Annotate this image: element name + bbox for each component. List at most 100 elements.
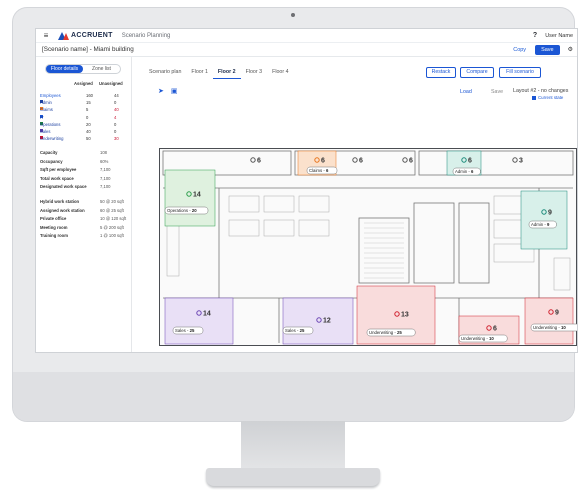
hamburger-menu-icon[interactable]: ≡ [38, 31, 54, 40]
stat-row: Capacity 108 [36, 150, 132, 157]
zone-label-tag[interactable]: Claims - 6 [306, 166, 338, 175]
stat-row: Sqft per employee 7,100 [36, 167, 132, 174]
legend-row[interactable]: Admin 15 0 [36, 100, 132, 107]
app-title: Scenario Planning [121, 32, 171, 39]
legend-label-text: Admin [40, 100, 52, 106]
legend-label-text: IT [40, 114, 44, 120]
legend-label-text: Employees [40, 93, 61, 98]
help-icon[interactable]: ? [533, 32, 537, 39]
zone-name: Admin [531, 222, 544, 227]
zone-name: Sales [285, 328, 296, 333]
zone-seat-count: 9 [548, 210, 552, 217]
stat-value: 108 [100, 150, 107, 155]
zone-area[interactable] [164, 297, 234, 345]
zone-tag-text: Underwriting - 25 [369, 330, 402, 335]
zone-label-tag[interactable]: Admin - 6 [452, 167, 481, 176]
assigned-header: Assigned [74, 81, 93, 86]
load-link[interactable]: Load [460, 89, 472, 95]
zone-label-tag[interactable]: Operations - 20 [164, 206, 209, 215]
neutral-seat-count: 6 [359, 158, 363, 165]
unassigned-value: 30 [114, 136, 119, 142]
tab-scenario-plan[interactable]: Scenario plan [144, 63, 186, 79]
monitor-stand-neck [241, 421, 345, 471]
legend-row[interactable]: Claims 5 40 [36, 107, 132, 114]
zone-tag-text: Operations - 20 [167, 208, 197, 213]
zone-label-tag[interactable]: Sales - 25 [282, 326, 314, 335]
copy-button[interactable]: Copy [513, 47, 526, 53]
stat-value: 50 @ 20 sqft [100, 199, 124, 204]
app-header: ≡ ACCRUENT Scenario Planning ? User Name [36, 29, 577, 43]
stat-row: Private office 10 @ 120 sqft [36, 216, 132, 223]
tab-floor-1[interactable]: Floor 1 [186, 63, 213, 79]
zone-count: 25 [397, 330, 402, 335]
floor-details-panel: Floor details Zone list Assigned Unassig… [36, 57, 132, 352]
stat-row: Meeting room 5 @ 200 sqft [36, 225, 132, 232]
zone-tag-text: Sales - 25 [175, 328, 195, 333]
stat-key: Total work space [40, 175, 74, 181]
legend-row[interactable]: Operations 20 0 [36, 121, 132, 129]
select-area-icon[interactable]: ▣ [171, 87, 178, 95]
zone-area[interactable] [524, 297, 574, 345]
zone-label-tag[interactable]: Sales - 25 [172, 326, 204, 335]
zone-tag-text: Sales - 25 [285, 328, 305, 333]
floor-details-tab[interactable]: Floor details [46, 65, 83, 73]
zone-area[interactable] [164, 169, 216, 227]
logo-text: ACCRUENT [71, 32, 113, 39]
zone-name: Operations [167, 208, 188, 213]
stat-value: 5 @ 200 sqft [100, 224, 124, 230]
current-state-label: Current state [538, 95, 564, 100]
assigned-value: 160 [86, 93, 93, 98]
legend-row[interactable]: Sales 40 0 [36, 129, 132, 136]
panel-toggle: Floor details Zone list [45, 64, 121, 74]
zone-area[interactable] [282, 297, 354, 345]
monitor-stand-foot [206, 468, 380, 486]
legend-row[interactable]: IT 0 4 [36, 114, 132, 122]
gear-icon[interactable]: ⚙ [568, 46, 573, 53]
scenario-name[interactable]: [Scenario name] - Miami building [42, 46, 134, 53]
stat-row: Designated work space 7,100 [36, 184, 132, 191]
tab-floor-3[interactable]: Floor 3 [241, 63, 268, 79]
legend-label-text: Claims [40, 107, 53, 113]
save-button[interactable]: Save [535, 44, 560, 55]
tab-floor-2[interactable]: Floor 2 [212, 63, 241, 79]
zone-area[interactable] [520, 190, 568, 250]
tab-floor-4[interactable]: Floor 4 [267, 63, 294, 79]
legend-row[interactable]: Underwriting 50 30 [36, 136, 132, 143]
zone-label-tag[interactable]: Underwriting - 25 [366, 328, 416, 337]
unassigned-value: 4 [114, 114, 117, 120]
cursor-arrow-icon[interactable]: ➤ [158, 87, 164, 95]
stat-row: Total work space 7,100 [36, 176, 132, 183]
stat-value: 1 @ 100 sqft [100, 233, 124, 238]
restack-button[interactable]: Restack [426, 67, 456, 78]
neutral-seat-count: 6 [409, 158, 413, 165]
stat-row: Training room 1 @ 100 sqft [36, 233, 132, 240]
zone-list-tab[interactable]: Zone list [83, 65, 120, 73]
legend-row[interactable]: Employees 160 44 [36, 93, 132, 100]
unassigned-value: 0 [114, 100, 117, 106]
zone-label-tag[interactable]: Underwriting - 10 [530, 323, 577, 332]
stat-key: Meeting room [40, 224, 68, 230]
user-name[interactable]: User Name [545, 33, 573, 39]
current-state-checkbox[interactable]: Current state [532, 95, 563, 100]
zone-name: Underwriting [533, 325, 558, 330]
zone-label-tag[interactable]: Admin - 9 [528, 220, 557, 229]
camera-icon [291, 13, 295, 17]
stat-value: 7,100 [100, 184, 111, 189]
app-window: ≡ ACCRUENT Scenario Planning ? User Name… [35, 28, 578, 353]
stat-row: Hybrid work station 50 @ 20 sqft [36, 199, 132, 206]
zone-seat-count: 9 [555, 310, 559, 317]
zone-name: Sales [175, 328, 186, 333]
zone-tag-text: Underwriting - 10 [461, 336, 494, 341]
compare-button[interactable]: Compare [460, 67, 494, 78]
zone-seat-count: 6 [321, 158, 325, 165]
fill-scenario-button[interactable]: Fill scenario [499, 67, 541, 78]
unassigned-header: Unassigned [99, 81, 123, 86]
floor-plan[interactable]: 14Operations - 206Claims - 66Admin - 69A… [159, 148, 577, 346]
zone-count: 25 [300, 328, 305, 333]
zone-label-tag[interactable]: Underwriting - 10 [458, 334, 508, 343]
save-link[interactable]: Save [491, 89, 503, 95]
floor-tabs: Scenario plan Floor 1 Floor 2 Floor 3 Fl… [144, 63, 294, 79]
stat-key: Assigned work station [40, 207, 85, 213]
neutral-seat-count: 3 [519, 158, 523, 165]
zone-seat-count: 12 [323, 318, 331, 325]
